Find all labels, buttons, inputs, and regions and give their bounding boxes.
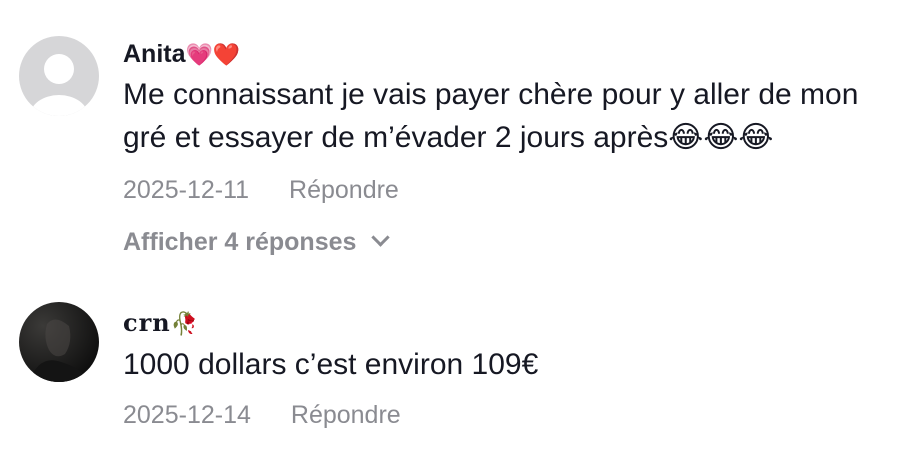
comment-meta: 2025-12-14 Répondre <box>123 400 886 430</box>
reply-button[interactable]: Répondre <box>289 175 399 205</box>
username-text: Anita <box>123 40 186 68</box>
comment-item: crn🥀 1000 dollars c’est environ 109€ 202… <box>0 290 906 454</box>
comment-date: 2025-12-11 <box>123 176 250 204</box>
username[interactable]: Anita💗❤️ <box>123 38 886 71</box>
default-user-icon <box>19 36 99 116</box>
avatar[interactable] <box>19 302 99 382</box>
reply-button[interactable]: Répondre <box>291 400 401 430</box>
view-replies-button[interactable]: Afficher 4 réponses <box>123 227 886 257</box>
comment-text: 1000 dollars c’est environ 109€ <box>123 348 539 381</box>
chevron-down-icon <box>371 228 391 247</box>
username[interactable]: crn🥀 <box>123 307 886 341</box>
username-emoji: 🥀 <box>170 312 200 337</box>
comment-date: 2025-12-14 <box>123 401 251 429</box>
view-replies-label: Afficher 4 réponses <box>123 228 357 256</box>
username-emoji: 💗❤️ <box>185 42 241 67</box>
avatar[interactable] <box>19 36 99 116</box>
comment-meta: 2025-12-11 Répondre <box>123 175 886 205</box>
comment-text: Me connaissant je vais payer chère pour … <box>123 78 859 154</box>
dark-photo-avatar <box>19 302 99 382</box>
username-text: crn <box>123 308 171 337</box>
comment-item: Anita💗❤️ Me connaissant je vais payer ch… <box>0 0 906 290</box>
